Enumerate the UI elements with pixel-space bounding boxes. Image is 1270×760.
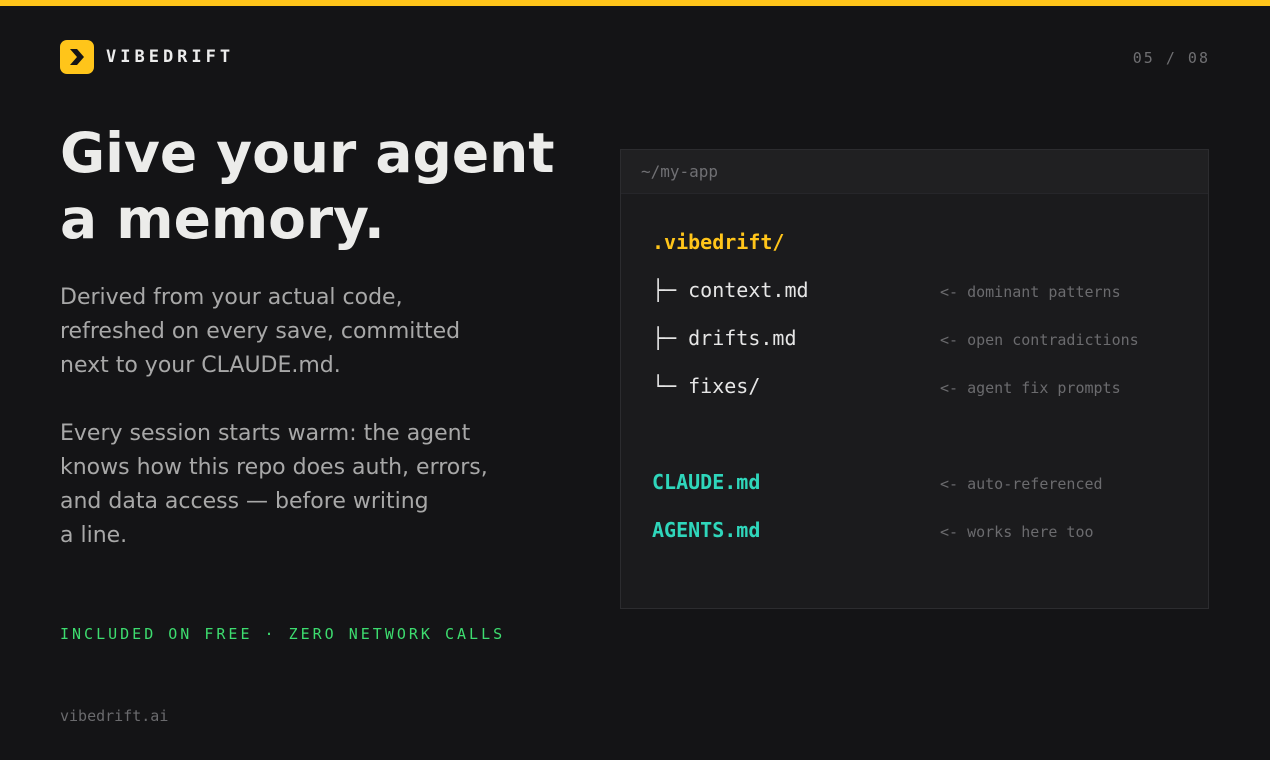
- paragraph-line: next to your CLAUDE.md.: [60, 353, 341, 378]
- page-counter: 05 / 08: [1132, 49, 1210, 67]
- tree-item: └─ fixes/: [652, 373, 760, 399]
- terminal-window: ~/my-app .vibedrift/ ├─ context.md <- do…: [620, 149, 1209, 609]
- top-accent-bar: [0, 0, 1270, 6]
- headline-line: a memory.: [60, 187, 385, 251]
- file-name: drifts.md: [688, 326, 797, 350]
- paragraph-line: Every session starts warm: the agent: [60, 421, 471, 446]
- file-comment: <- dominant patterns: [940, 283, 1121, 301]
- brand: VIBEDRIFT: [60, 40, 234, 74]
- chevron-right-icon: [60, 40, 94, 74]
- tree-item: ├─ context.md: [652, 277, 809, 303]
- paragraph-line: refreshed on every save, committed: [60, 319, 461, 344]
- file-comment: <- agent fix prompts: [940, 379, 1121, 397]
- file-comment: <- auto-referenced: [940, 475, 1103, 493]
- paragraph-line: knows how this repo does auth, errors,: [60, 455, 488, 480]
- file-comment: <- works here too: [940, 523, 1094, 541]
- brand-name: VIBEDRIFT: [106, 47, 235, 67]
- terminal-path: ~/my-app: [641, 162, 719, 181]
- description-paragraph: Derived from your actual code, refreshed…: [60, 281, 540, 383]
- footer-url: vibedrift.ai: [60, 707, 169, 725]
- paragraph-line: a line.: [60, 523, 128, 548]
- paragraph-line: and data access — before writing: [60, 489, 429, 514]
- tree-branch-glyph: ├─: [652, 326, 677, 350]
- tree-item: ├─ drifts.md: [652, 325, 797, 351]
- tagline: INCLUDED ON FREE · ZERO NETWORK CALLS: [60, 625, 506, 643]
- terminal-header: ~/my-app: [621, 150, 1208, 194]
- folder-name: fixes/: [688, 374, 761, 398]
- file-name: context.md: [688, 278, 809, 302]
- file-comment: <- open contradictions: [940, 331, 1139, 349]
- doc-file-agents: AGENTS.md: [652, 518, 761, 542]
- tree-branch-glyph: ├─: [652, 278, 677, 302]
- page-title: Give your agent a memory.: [60, 120, 600, 252]
- doc-file-claude: CLAUDE.md: [652, 470, 761, 494]
- root-folder: .vibedrift/: [652, 230, 785, 254]
- description-paragraph: Every session starts warm: the agent kno…: [60, 417, 540, 553]
- paragraph-line: Derived from your actual code,: [60, 285, 403, 310]
- headline-line: Give your agent: [60, 121, 555, 185]
- tree-branch-glyph: └─: [652, 374, 677, 398]
